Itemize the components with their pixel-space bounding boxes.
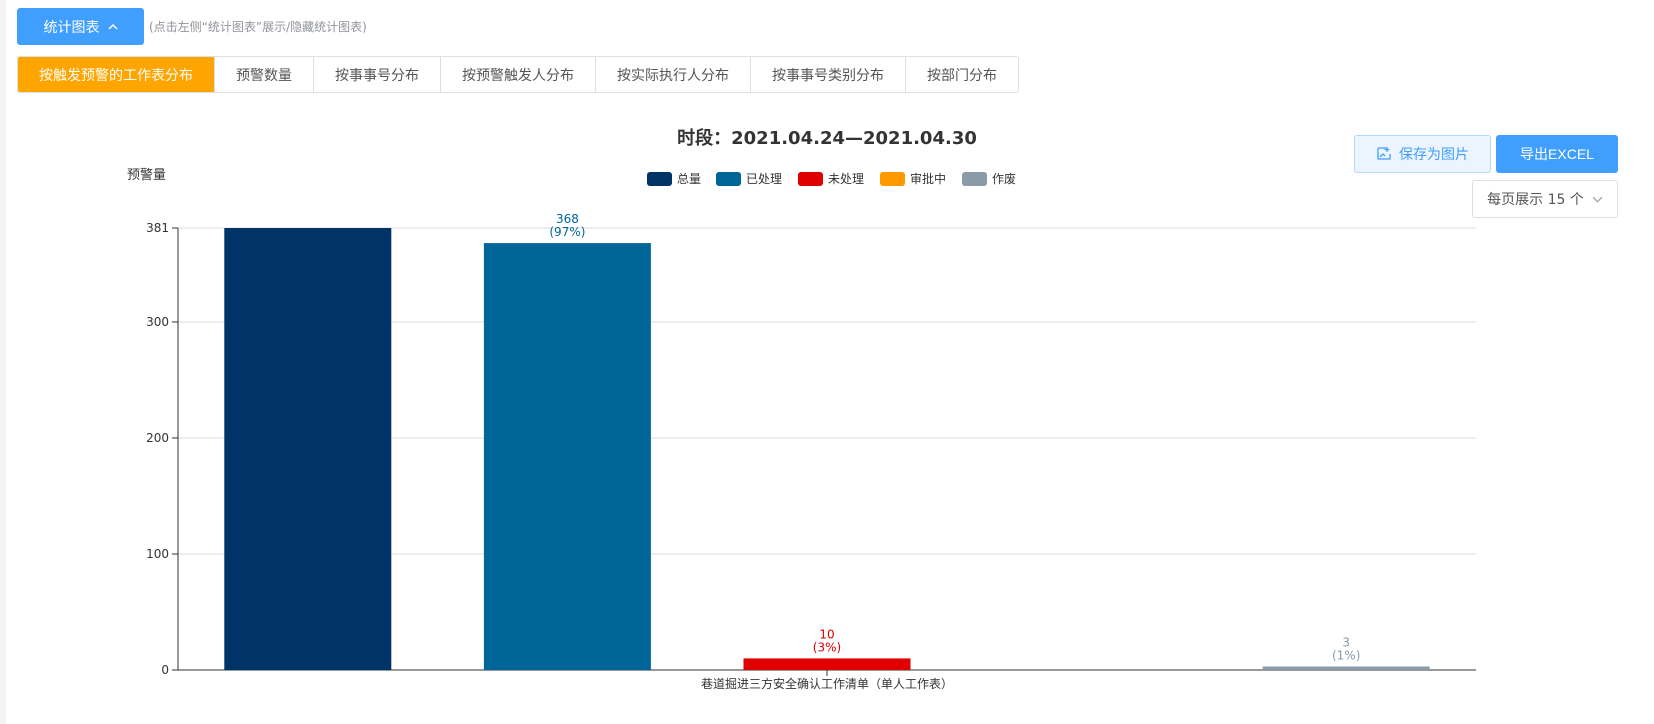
tab-alert-count[interactable]: 预警数量 (215, 57, 314, 92)
bar-总量 (224, 228, 392, 670)
data-label: (97%) (549, 225, 585, 239)
image-icon (1377, 147, 1391, 160)
chart-toggle-label: 统计图表 (43, 19, 100, 36)
y-tick-label: 100 (146, 547, 169, 561)
legend-swatch (716, 172, 741, 186)
save-image-label: 保存为图片 (1399, 146, 1469, 162)
y-tick-label: 381 (146, 221, 169, 235)
chevron-up-icon (107, 23, 118, 30)
chevron-down-icon (1592, 196, 1603, 203)
legend-swatch (962, 172, 987, 186)
tab-label: 预警数量 (236, 67, 292, 84)
data-label: (3%) (813, 640, 841, 654)
export-excel-label: 导出EXCEL (1520, 146, 1594, 162)
tab-item-category[interactable]: 按事事号类别分布 (751, 57, 906, 92)
bar-作废 (1262, 666, 1430, 670)
tab-label: 按触发预警的工作表分布 (39, 67, 193, 84)
legend-label: 未处理 (828, 172, 864, 186)
tab-label: 按预警触发人分布 (462, 67, 574, 84)
tab-trigger-person[interactable]: 按预警触发人分布 (441, 57, 596, 92)
tab-label: 按实际执行人分布 (617, 67, 729, 84)
legend-swatch (880, 172, 905, 186)
legend-label: 总量 (677, 172, 701, 186)
page: 统计图表 (点击左侧“统计图表”展示/隐藏统计图表) 按触发预警的工作表分布 预… (0, 0, 1654, 724)
data-label: 368 (556, 212, 579, 226)
data-label: 10 (819, 627, 834, 641)
save-image-button[interactable]: 保存为图片 (1354, 135, 1491, 173)
data-label: 3 (1342, 636, 1350, 650)
y-tick-label: 300 (146, 315, 169, 329)
tab-department[interactable]: 按部门分布 (906, 57, 1018, 92)
distribution-tabs: 按触发预警的工作表分布 预警数量 按事事号分布 按预警触发人分布 按实际执行人分… (17, 56, 1019, 93)
chart-title: 时段：2021.04.24—2021.04.30 (677, 127, 977, 149)
tab-label: 按事事号分布 (335, 67, 419, 84)
bar-已处理 (483, 243, 651, 670)
y-axis-label: 预警量 (127, 167, 166, 183)
bar-chart: 时段：2021.04.24—2021.04.30 总量 已处理 未处理 审批中 作废 预警量… (127, 127, 1476, 691)
tab-label: 按部门分布 (927, 67, 997, 84)
legend-label: 作废 (992, 171, 1016, 186)
tab-item-number[interactable]: 按事事号分布 (314, 57, 441, 92)
bar-未处理 (743, 658, 911, 670)
data-label: (1%) (1332, 649, 1360, 663)
chart-toggle-button[interactable]: 统计图表 (17, 8, 144, 45)
tab-executor[interactable]: 按实际执行人分布 (596, 57, 751, 92)
legend-label: 已处理 (746, 172, 782, 186)
x-tick-label: 巷道掘进三方安全确认工作清单（单人工作表） (701, 676, 953, 691)
tab-label: 按事事号类别分布 (772, 67, 884, 84)
chart-area: 时段：2021.04.24—2021.04.30 总量 已处理 未处理 审批中 作废 预警量… (0, 110, 1654, 724)
legend-swatch (647, 172, 672, 186)
y-tick-label: 200 (146, 431, 169, 445)
y-tick-label: 0 (161, 663, 169, 677)
page-size-value: 每页展示 15 个 (1487, 192, 1584, 208)
legend-swatch (798, 172, 823, 186)
page-size-select[interactable]: 每页展示 15 个 (1472, 180, 1618, 218)
chart-toggle-hint: (点击左侧“统计图表”展示/隐藏统计图表) (149, 20, 367, 34)
tab-worksheet-distribution[interactable]: 按触发预警的工作表分布 (18, 57, 215, 92)
export-excel-button[interactable]: 导出EXCEL (1496, 135, 1618, 173)
legend-label: 审批中 (910, 171, 946, 186)
